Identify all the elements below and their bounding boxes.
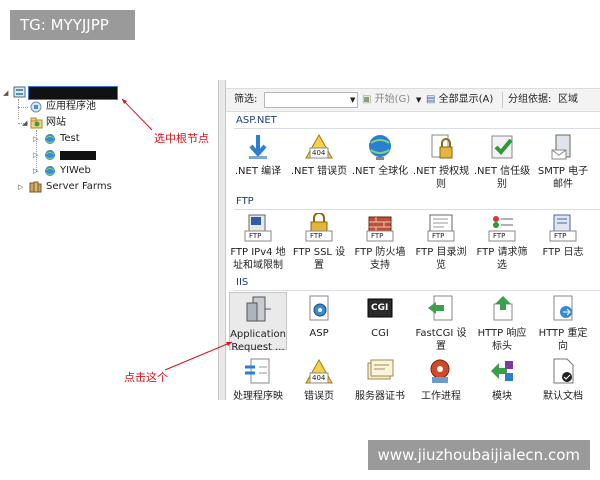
annotation-select-root: 选中根节点 <box>154 132 209 145</box>
annotation-arrows <box>121 98 233 371</box>
annotation-click-this: 点击这个 <box>124 371 168 384</box>
watermark-bottom: www.jiuzhoubaijialecn.com <box>367 440 590 470</box>
